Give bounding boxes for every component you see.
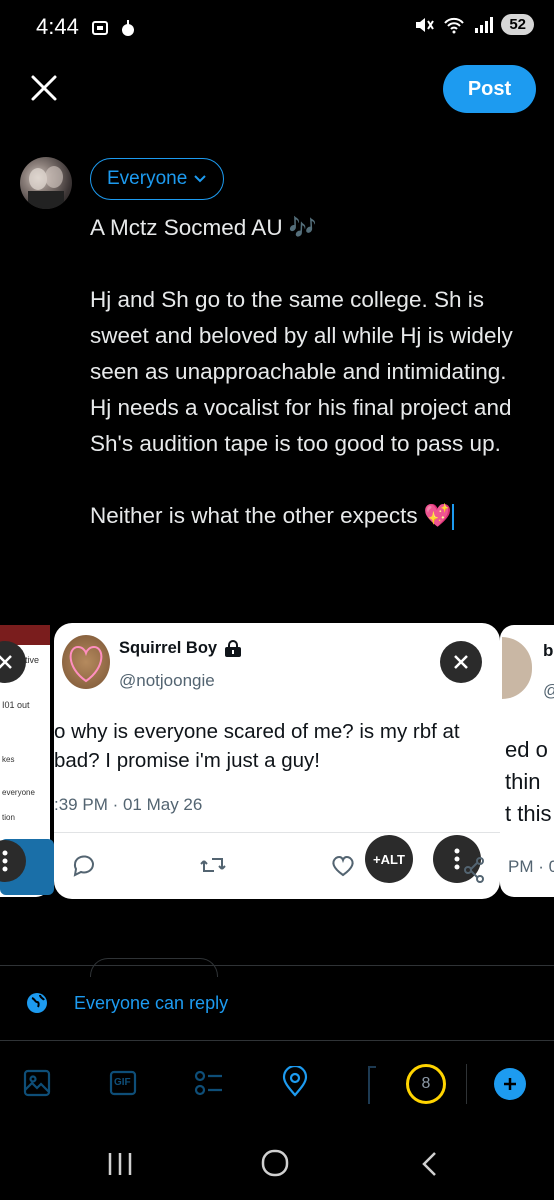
avatar-photo	[28, 166, 64, 209]
card-avatar	[502, 637, 532, 699]
attachment-card-next[interactable]: b @ ed o thin t this PM · 0	[500, 625, 554, 897]
text-cursor	[451, 504, 454, 531]
close-button[interactable]	[26, 70, 62, 106]
poll-icon[interactable]	[193, 1068, 225, 1103]
battery-indicator: 52	[501, 14, 534, 35]
character-counter: 8	[406, 1064, 446, 1104]
tweet-divider	[54, 832, 500, 833]
close-icon	[0, 655, 12, 669]
recent-apps-icon	[108, 1153, 132, 1175]
card-snippet: thin	[505, 769, 541, 794]
card-snippet: ed o	[505, 737, 548, 762]
reply-setting-label: Everyone can reply	[74, 993, 229, 1013]
add-thread-button[interactable]	[494, 1068, 526, 1100]
recent-apps-button[interactable]	[106, 1150, 134, 1183]
card-snippet: PM · 0	[508, 857, 554, 876]
post-button[interactable]: Post	[443, 65, 536, 113]
share-icon	[462, 856, 488, 889]
tweet-author-handle: @notjoongie	[119, 671, 215, 690]
heart-frame-icon	[69, 645, 103, 683]
card-snippet: b	[543, 641, 554, 660]
plus-icon	[504, 1078, 516, 1090]
mute-icon	[416, 17, 435, 32]
compose-text-content: A Mctz Socmed AU 🎶 Hj and Sh go to the s…	[90, 215, 513, 528]
home-icon	[261, 1149, 289, 1177]
chevron-down-icon	[194, 175, 206, 183]
back-button[interactable]	[418, 1150, 442, 1183]
more-vertical-icon	[2, 850, 8, 872]
close-icon	[454, 655, 468, 669]
card-snippet: kes	[2, 755, 15, 764]
card-snippet: tion	[2, 813, 15, 822]
screenshot-icon	[92, 21, 108, 35]
card-snippet: @	[543, 681, 554, 701]
back-icon	[422, 1152, 436, 1176]
like-icon	[328, 851, 358, 884]
wifi-icon	[444, 17, 465, 33]
status-notification-icons	[90, 18, 138, 38]
reply-icon	[70, 851, 98, 884]
app-notification-icon	[122, 20, 134, 36]
card-snippet: t this	[505, 801, 552, 826]
more-vertical-icon	[454, 848, 460, 870]
add-alt-text-button[interactable]: +ALT	[365, 835, 413, 883]
compose-text[interactable]: A Mctz Socmed AU 🎶 Hj and Sh go to the s…	[90, 210, 540, 534]
tweet-text: o why is everyone scared of me? is my rb…	[54, 720, 460, 772]
reply-setting-bar[interactable]: Everyone can reply	[0, 965, 554, 1041]
remove-attachment-button[interactable]	[440, 641, 482, 683]
tweet-avatar	[62, 635, 110, 689]
tweet-author-name: Squirrel Boy	[119, 639, 218, 657]
card-snippet: everyone	[2, 788, 35, 797]
status-time: 4:44	[36, 14, 79, 39]
tweet-timestamp: :39 PM · 01 May 26	[54, 795, 203, 814]
scroll-fade	[368, 1066, 376, 1104]
gif-label: GIF	[114, 1077, 131, 1088]
lock-icon	[225, 639, 242, 657]
close-icon	[31, 75, 57, 101]
toolbar-divider	[466, 1064, 467, 1104]
avatar[interactable]	[20, 157, 72, 209]
card-snippet: I01 out	[2, 700, 30, 710]
image-icon[interactable]	[22, 1068, 52, 1103]
status-right: 52	[413, 14, 534, 35]
home-button[interactable]	[260, 1148, 290, 1183]
audience-label: Everyone	[107, 168, 188, 189]
gif-icon[interactable]: GIF	[108, 1068, 138, 1103]
signal-icon	[475, 16, 494, 33]
location-icon[interactable]	[280, 1064, 310, 1103]
retweet-icon	[198, 851, 228, 884]
globe-icon	[26, 992, 48, 1019]
audience-selector[interactable]: Everyone	[90, 158, 225, 200]
